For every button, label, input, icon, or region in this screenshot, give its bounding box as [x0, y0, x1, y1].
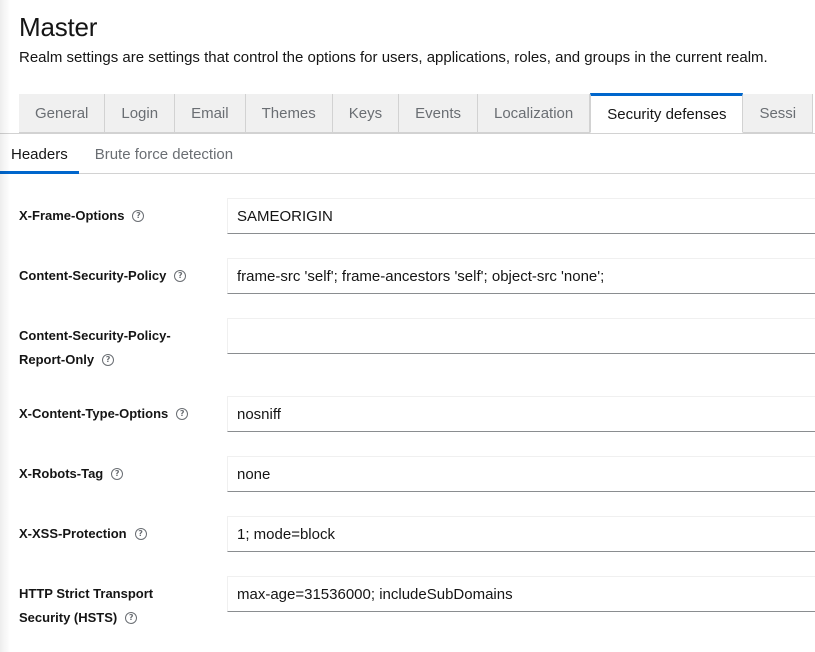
- label-text: Content-Security-Policy-: [19, 328, 171, 343]
- tab-label: Security defenses: [607, 105, 727, 123]
- tab-themes[interactable]: Themes: [245, 94, 333, 133]
- tab-general[interactable]: General: [19, 94, 106, 133]
- sub-tabs: Headers Brute force detection: [0, 134, 244, 174]
- tab-label: General: [35, 104, 89, 122]
- label-text: X-Robots-Tag: [19, 466, 104, 481]
- tab-localization[interactable]: Localization: [478, 94, 591, 133]
- tab-events[interactable]: Events: [399, 94, 478, 133]
- tab-label: Login: [121, 104, 159, 122]
- x-xss-protection-input[interactable]: [227, 516, 815, 552]
- label-text: Security (HSTS): [19, 610, 118, 625]
- page-title: Master: [19, 12, 98, 42]
- help-icon[interactable]: ?: [125, 611, 138, 624]
- x-robots-tag-input[interactable]: [227, 456, 815, 492]
- help-icon[interactable]: ?: [111, 467, 124, 480]
- label-text: X-Frame-Options: [19, 208, 125, 223]
- label-text: X-XSS-Protection: [19, 526, 127, 541]
- help-icon[interactable]: ?: [102, 353, 115, 366]
- label-text: HTTP Strict Transport: [19, 586, 154, 601]
- label-text: X-Content-Type-Options: [19, 406, 169, 421]
- realm-settings-page: Master Realm settings are settings that …: [0, 0, 815, 652]
- field-label: X-Frame-Options?: [19, 204, 209, 228]
- label-text: Report-Only: [19, 352, 95, 367]
- label-text: Content-Security-Policy: [19, 268, 167, 283]
- field-label: Content-Security-Policy- Report-Only?: [19, 324, 209, 372]
- field-label: X-XSS-Protection?: [19, 522, 209, 546]
- subtab-headers[interactable]: Headers: [0, 134, 79, 174]
- tab-sessions[interactable]: Sessi: [743, 94, 814, 133]
- help-icon[interactable]: ?: [176, 407, 189, 420]
- help-icon[interactable]: ?: [132, 209, 145, 222]
- tab-label: Sessi: [759, 104, 797, 122]
- tab-security-defenses[interactable]: Security defenses: [590, 93, 744, 133]
- page-description: Realm settings are settings that control…: [19, 49, 768, 66]
- field-label: X-Content-Type-Options?: [19, 402, 209, 426]
- tab-login[interactable]: Login: [105, 94, 176, 133]
- field-label: HTTP Strict Transport Security (HSTS)?: [19, 582, 209, 630]
- content-security-policy-input[interactable]: [227, 258, 815, 294]
- help-icon[interactable]: ?: [174, 269, 187, 282]
- tab-label: Themes: [261, 104, 316, 122]
- tab-email[interactable]: Email: [175, 94, 246, 133]
- tab-keys[interactable]: Keys: [332, 94, 400, 133]
- x-content-type-options-input[interactable]: [227, 396, 815, 432]
- x-frame-options-input[interactable]: [227, 198, 815, 234]
- hsts-input[interactable]: [227, 576, 815, 612]
- subtab-label: Headers: [11, 145, 68, 163]
- csp-report-only-input[interactable]: [227, 318, 815, 354]
- sidebar-shadow: [0, 0, 10, 652]
- tab-label: Events: [415, 104, 461, 122]
- subtab-label: Brute force detection: [94, 145, 234, 163]
- field-label: Content-Security-Policy?: [19, 264, 209, 288]
- subtab-brute-force-detection[interactable]: Brute force detection: [84, 134, 244, 174]
- tab-label: Email: [191, 104, 229, 122]
- field-label: X-Robots-Tag?: [19, 462, 209, 486]
- tab-label: Localization: [494, 104, 574, 122]
- tab-label: Keys: [348, 104, 383, 122]
- help-icon[interactable]: ?: [134, 527, 147, 540]
- main-tabs: General Login Email Themes Keys Events L…: [19, 93, 814, 134]
